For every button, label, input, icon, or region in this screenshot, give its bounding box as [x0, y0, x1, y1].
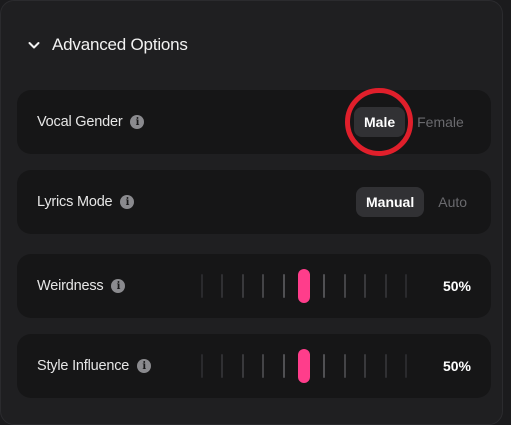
slider-tick — [221, 354, 224, 378]
info-icon[interactable]: i — [137, 359, 152, 373]
lyrics-mode-auto-option[interactable]: Auto — [428, 187, 477, 217]
chevron-down-icon — [27, 38, 41, 52]
vocal-gender-label: Vocal Gender — [37, 114, 123, 130]
slider-tick — [241, 274, 244, 298]
slider-tick — [364, 274, 367, 298]
slider-tick — [343, 354, 346, 378]
lyrics-mode-label-group: Lyrics Mode i — [37, 170, 135, 234]
info-icon[interactable]: i — [111, 279, 126, 293]
vocal-gender-label-group: Vocal Gender i — [37, 90, 145, 154]
slider-tick — [282, 274, 285, 298]
slider-tick — [201, 274, 203, 298]
vocal-gender-row: Vocal Gender i Male Female — [17, 90, 491, 154]
slider-handle[interactable] — [298, 269, 310, 303]
slider-tick — [343, 274, 346, 298]
slider-tick — [323, 354, 326, 378]
lyrics-mode-selector: Manual Auto — [356, 170, 477, 234]
slider-tick — [405, 274, 407, 298]
style-influence-slider[interactable] — [201, 334, 407, 398]
advanced-options-panel: Advanced Options Vocal Gender i Male Fem… — [0, 0, 503, 425]
vocal-gender-selector: Male Female — [354, 90, 474, 154]
slider-tick — [262, 274, 265, 298]
style-influence-label-group: Style Influence i — [37, 334, 152, 398]
weirdness-value: 50% — [442, 278, 471, 294]
weirdness-slider[interactable] — [201, 254, 407, 318]
slider-tick — [384, 354, 387, 378]
slider-tick — [384, 274, 387, 298]
slider-tick — [282, 354, 285, 378]
weirdness-row: Weirdness i 50% — [17, 254, 491, 318]
style-influence-value: 50% — [442, 358, 471, 374]
style-influence-label: Style Influence — [37, 358, 130, 374]
slider-tick — [201, 354, 203, 378]
slider-handle[interactable] — [298, 349, 310, 383]
advanced-options-toggle[interactable]: Advanced Options — [27, 31, 188, 59]
lyrics-mode-manual-option[interactable]: Manual — [356, 187, 425, 217]
info-icon[interactable]: i — [130, 115, 145, 129]
info-icon[interactable]: i — [120, 195, 135, 209]
vocal-gender-male-option[interactable]: Male — [354, 107, 406, 137]
style-influence-row: Style Influence i 50% — [17, 334, 491, 398]
vocal-gender-female-option[interactable]: Female — [407, 107, 474, 137]
weirdness-label: Weirdness — [37, 278, 104, 294]
slider-tick — [262, 354, 265, 378]
lyrics-mode-label: Lyrics Mode — [37, 194, 113, 210]
slider-tick — [323, 274, 326, 298]
slider-tick — [221, 274, 224, 298]
section-title: Advanced Options — [52, 35, 188, 54]
weirdness-label-group: Weirdness i — [37, 254, 126, 318]
slider-tick — [241, 354, 244, 378]
lyrics-mode-row: Lyrics Mode i Manual Auto — [17, 170, 491, 234]
slider-tick — [364, 354, 367, 378]
slider-tick — [405, 354, 407, 378]
